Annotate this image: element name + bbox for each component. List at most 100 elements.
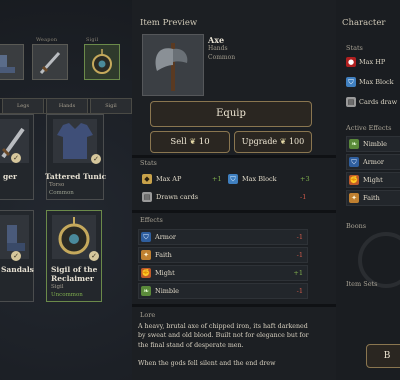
active-effect-row: ✊ Might xyxy=(346,172,400,188)
boots-icon xyxy=(0,55,15,73)
card-slot: Sigil xyxy=(51,284,64,290)
effect-row: ⛉ Armor -1 xyxy=(138,229,308,245)
item-sets-label: Item Sets xyxy=(346,280,378,288)
nimble-icon: ❧ xyxy=(141,286,151,296)
inventory-card[interactable]: ✓ Sandals xyxy=(0,210,34,302)
cards-icon: ▤ xyxy=(346,97,356,107)
sigil-slot-label: Sigil xyxy=(86,37,99,43)
inventory-card[interactable]: ✓ ger xyxy=(0,114,34,200)
sell-price: 10 xyxy=(198,137,210,147)
character-stat: ⛉ Max Block xyxy=(346,75,394,89)
effect-label: Faith xyxy=(363,194,380,202)
effect-label: Armor xyxy=(363,158,384,166)
stat-label: Cards draw xyxy=(359,98,398,106)
equip-button[interactable]: Equip xyxy=(150,101,312,127)
armor-icon: ⛉ xyxy=(141,232,151,242)
character-stat: ▤ Cards draw xyxy=(346,95,397,109)
active-effects-label: Active Effects xyxy=(346,124,392,132)
item-rarity: Common xyxy=(208,54,236,61)
stat-label: Max AP xyxy=(156,175,182,183)
equipped-check-icon: ✓ xyxy=(11,153,21,163)
character-panel: Character Stats ● Max HP ⛉ Max Block ▤ Card… xyxy=(336,0,400,380)
active-effect-row: ❧ Nimble xyxy=(346,136,400,152)
inventory-panel: Weapon Sigil Legs Hands Sigil ✓ ger ✓ Ta… xyxy=(0,0,132,380)
back-button[interactable]: B xyxy=(366,344,400,368)
stat-value: +1 xyxy=(212,175,222,183)
lore-paragraph: A heavy, brutal axe of chipped iron, its… xyxy=(138,323,309,349)
inventory-card-selected[interactable]: ✓ Sigil of the Reclaimer Sigil Uncommon xyxy=(46,210,102,302)
stat-label: Drawn cards xyxy=(156,193,199,201)
effect-label: Faith xyxy=(155,251,172,259)
lore-paragraph: When the gods fell silent and the end dr… xyxy=(138,360,276,368)
faith-icon: ✦ xyxy=(349,193,359,203)
inventory-card[interactable]: ✓ Tattered Tunic Torso Common xyxy=(45,114,106,200)
character-stats-label: Stats xyxy=(346,44,363,52)
feather-currency-icon: ❦ xyxy=(279,137,287,146)
stat-label: Max Block xyxy=(359,78,394,86)
effect-row: ❧ Nimble -1 xyxy=(138,283,308,299)
item-name: Axe xyxy=(208,35,225,45)
equip-label: Equip xyxy=(216,108,246,119)
item-slot: Hands xyxy=(208,45,228,52)
equipment-tab-bar: Legs Hands Sigil xyxy=(0,98,132,114)
lore-label: Lore xyxy=(140,311,156,319)
equipped-check-icon: ✓ xyxy=(89,251,99,261)
feather-currency-icon: ❦ xyxy=(189,137,197,146)
effect-row: ✦ Faith -1 xyxy=(138,247,308,263)
stat-label: Max HP xyxy=(359,58,386,66)
nimble-icon: ❧ xyxy=(349,139,359,149)
upgrade-price: 100 xyxy=(288,137,305,146)
weapon-slot-label: Weapon xyxy=(36,37,58,43)
might-icon: ✊ xyxy=(349,175,359,185)
equipped-check-icon: ✓ xyxy=(91,154,101,164)
equip-slot-weapon[interactable] xyxy=(32,44,68,80)
upgrade-label: Upgrade xyxy=(241,137,278,146)
effect-label: Might xyxy=(363,176,383,184)
card-name: Tattered Tunic xyxy=(45,172,107,181)
character-title: Character xyxy=(342,18,386,28)
divider xyxy=(132,304,336,307)
stat-row: ⛉ Max Block xyxy=(228,172,277,186)
effect-label: Nimble xyxy=(155,287,180,295)
stat-row: ◆ Max AP xyxy=(142,172,181,186)
shield-icon: ⛉ xyxy=(228,174,238,184)
armor-icon: ⛉ xyxy=(349,157,359,167)
effect-value: +1 xyxy=(293,269,303,277)
faith-icon: ✦ xyxy=(141,250,151,260)
tab-legs[interactable]: Legs xyxy=(2,99,44,113)
effect-row: ✊ Might +1 xyxy=(138,265,308,281)
effect-label: Nimble xyxy=(363,140,388,148)
active-effect-row: ⛉ Armor xyxy=(346,154,400,170)
shield-icon: ⛉ xyxy=(346,77,356,87)
equip-slot-feet[interactable] xyxy=(0,44,24,80)
might-icon: ✊ xyxy=(141,268,151,278)
card-slot: Torso xyxy=(49,182,65,188)
effect-label: Might xyxy=(155,269,175,277)
card-name: Sandals xyxy=(1,265,34,274)
axe-icon xyxy=(155,43,188,91)
back-label: B xyxy=(383,351,391,361)
upgrade-button[interactable]: Upgrade ❦ 100 xyxy=(234,131,312,153)
effects-label: Effects xyxy=(140,216,163,224)
boons-label: Boons xyxy=(346,222,367,230)
sell-label: Sell xyxy=(170,137,187,147)
divider xyxy=(132,155,336,158)
sell-button[interactable]: Sell ❦ 10 xyxy=(150,131,230,153)
card-name: ger xyxy=(3,172,17,181)
lore-text: A heavy, brutal axe of chipped iron, its… xyxy=(138,322,316,368)
effect-label: Armor xyxy=(155,233,176,241)
divider xyxy=(132,210,336,213)
sigil-amulet-icon xyxy=(92,49,112,74)
card-name: Sigil of the Reclaimer xyxy=(51,265,98,283)
cards-icon: ▤ xyxy=(142,192,152,202)
tab-hands[interactable]: Hands xyxy=(46,99,88,113)
tab-sigil[interactable]: Sigil xyxy=(90,99,132,113)
card-rarity: Common xyxy=(49,190,74,196)
equipped-check-icon: ✓ xyxy=(11,251,21,261)
item-preview-image xyxy=(142,34,204,96)
stat-row: ▤ Drawn cards xyxy=(142,190,198,204)
card-rarity: Uncommon xyxy=(51,292,83,298)
equip-slot-sigil[interactable] xyxy=(84,44,120,80)
effect-value: -1 xyxy=(296,287,303,295)
stats-label: Stats xyxy=(140,159,157,167)
